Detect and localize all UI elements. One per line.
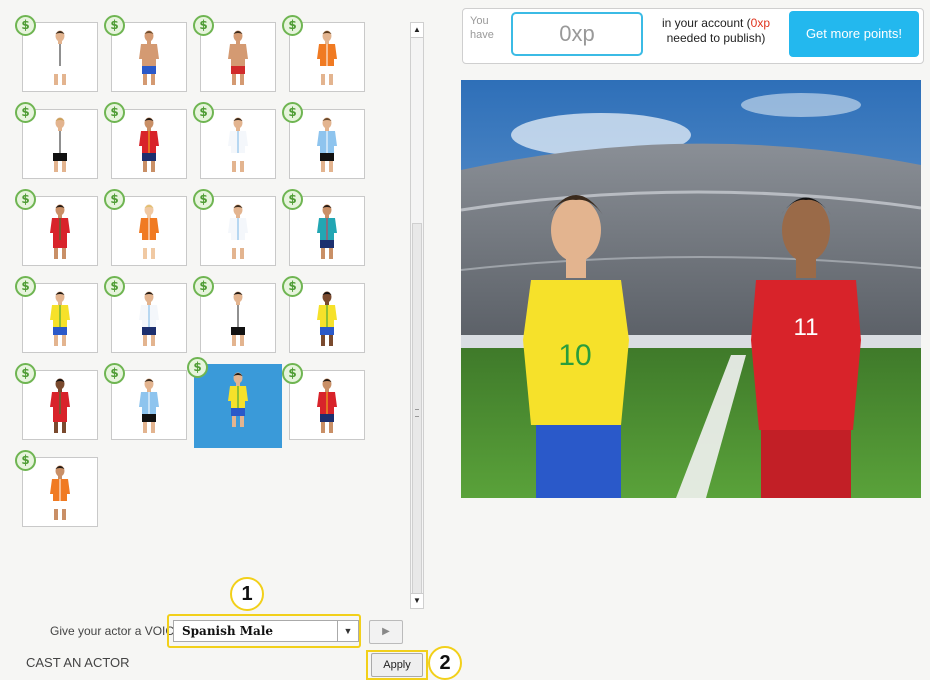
price-tag-icon: $ [15, 363, 36, 384]
cast-actor-title: CAST AN ACTOR [26, 655, 130, 670]
actor-figure-icon [50, 465, 70, 520]
play-triangle-icon: ▶ [382, 626, 390, 637]
price-tag-icon: $ [282, 189, 303, 210]
actor-figure-icon [228, 372, 248, 427]
get-more-points-button[interactable]: Get more points! [789, 11, 919, 57]
actor-tile-portugal-red-kit[interactable]: $ [15, 189, 98, 266]
actor-tile-spain-red-kit[interactable]: $ [104, 102, 187, 179]
needed-xp-value: 0xp [750, 16, 771, 30]
actor-tile-brazil-yellow-kit-selected[interactable]: $ [187, 357, 282, 448]
price-tag-icon: $ [193, 189, 214, 210]
price-tag-icon: $ [193, 276, 214, 297]
price-tag-icon: $ [282, 363, 303, 384]
actor-tile-argentina-white-kit-3[interactable]: $ [104, 276, 187, 353]
actor-tile-argentina-white-kit-2[interactable]: $ [193, 189, 276, 266]
voice-label: Give your actor a VOICE: [50, 624, 186, 638]
actor-tile-brazil-yellow-kit-2[interactable]: $ [282, 276, 365, 353]
account-text-before: in your account ( [661, 16, 751, 30]
actor-tile-spain-red-kit-2[interactable]: $ [282, 363, 365, 440]
actor-figure-icon [139, 378, 159, 433]
actor-tile-argentina-striped-kit[interactable]: $ [282, 102, 365, 179]
actor-figure-icon [317, 291, 337, 346]
actor-figure-icon [317, 117, 337, 172]
apply-button[interactable]: Apply [371, 653, 423, 677]
price-tag-icon: $ [282, 15, 303, 36]
actor-figure-icon [50, 204, 70, 259]
account-points-note: in your account (0xp needed to publish) [659, 16, 773, 46]
actor-figure-icon [317, 30, 337, 85]
scroll-down-arrow-icon[interactable]: ▼ [411, 593, 423, 608]
chevron-down-icon[interactable]: ▼ [337, 621, 358, 641]
callout-marker-2: 2 [428, 646, 462, 680]
price-tag-icon: $ [104, 363, 125, 384]
actor-figure-icon [228, 117, 248, 172]
actor-tile-netherlands-orange-kit-3[interactable]: $ [15, 450, 98, 527]
price-tag-icon: $ [282, 102, 303, 123]
actor-tile-brazil-yellow-kit[interactable]: $ [15, 276, 98, 353]
grip-icon [415, 409, 419, 417]
price-tag-icon: $ [15, 276, 36, 297]
actor-tile-netherlands-orange-kit[interactable]: $ [282, 15, 365, 92]
callout-marker-1: 1 [230, 577, 264, 611]
account-text-after: needed to publish) [666, 31, 766, 45]
price-tag-icon: $ [104, 15, 125, 36]
actor-figure-icon [139, 117, 159, 172]
price-tag-icon: $ [187, 357, 208, 378]
actor-figure-icon [228, 204, 248, 259]
price-tag-icon: $ [104, 189, 125, 210]
price-tag-icon: $ [15, 189, 36, 210]
actor-selection-panel: $ $ $ $ $ $ $ $ $ $ $ $ $ $ $ $ $ $ $ $ $ ▲ ▼ Give your acto… [0, 0, 462, 680]
actor-tile-shirtless-red-shorts[interactable]: $ [193, 15, 276, 92]
actor-tile-portugal-red-kit-2[interactable]: $ [15, 363, 98, 440]
actor-grid-scrollbar[interactable]: ▲ ▼ [410, 22, 424, 609]
actor-figure-icon [317, 204, 337, 259]
actor-tile-argentina-striped-kit-2[interactable]: $ [104, 363, 187, 440]
actor-figure-icon [139, 204, 159, 259]
price-tag-icon: $ [193, 102, 214, 123]
actor-tile-germany-white-kit[interactable]: $ [15, 15, 98, 92]
scroll-up-arrow-icon[interactable]: ▲ [411, 23, 423, 38]
actor-figure-icon [50, 378, 70, 433]
actor-figure-icon [228, 30, 248, 85]
price-tag-icon: $ [15, 450, 36, 471]
svg-text:10: 10 [558, 339, 591, 372]
actor-tile-germany-white-kit-3[interactable]: $ [193, 276, 276, 353]
actor-figure-icon [50, 291, 70, 346]
voice-dropdown[interactable]: Spanish Male ▼ [173, 620, 359, 642]
scroll-thumb[interactable] [412, 223, 422, 609]
actor-tile-shirtless-blue-shorts[interactable]: $ [104, 15, 187, 92]
xp-balance: 0xp [511, 12, 643, 56]
svg-text:11: 11 [794, 314, 819, 341]
actor-figure-icon [317, 378, 337, 433]
price-tag-icon: $ [104, 102, 125, 123]
price-tag-icon: $ [104, 276, 125, 297]
actor-tile-teal-kit[interactable]: $ [282, 189, 365, 266]
actor-tile-netherlands-orange-kit-2[interactable]: $ [104, 189, 187, 266]
stadium-scene-image: 10 11 [461, 80, 921, 498]
points-bar: You have 0xp in your account (0xp needed … [462, 8, 924, 64]
price-tag-icon: $ [193, 15, 214, 36]
actor-figure-icon [50, 30, 70, 85]
scene-preview: 10 11 [461, 80, 921, 498]
price-tag-icon: $ [15, 102, 36, 123]
actor-tile-argentina-white-kit[interactable]: $ [193, 102, 276, 179]
actor-figure-icon [139, 30, 159, 85]
voice-dropdown-value: Spanish Male [182, 624, 274, 638]
actor-figure-icon [228, 291, 248, 346]
price-tag-icon: $ [15, 15, 36, 36]
price-tag-icon: $ [282, 276, 303, 297]
you-have-label: You have [470, 15, 494, 41]
actor-figure-icon [50, 117, 70, 172]
actor-tile-germany-white-kit-2[interactable]: $ [15, 102, 98, 179]
play-voice-button[interactable]: ▶ [369, 620, 403, 644]
actor-figure-icon [139, 291, 159, 346]
